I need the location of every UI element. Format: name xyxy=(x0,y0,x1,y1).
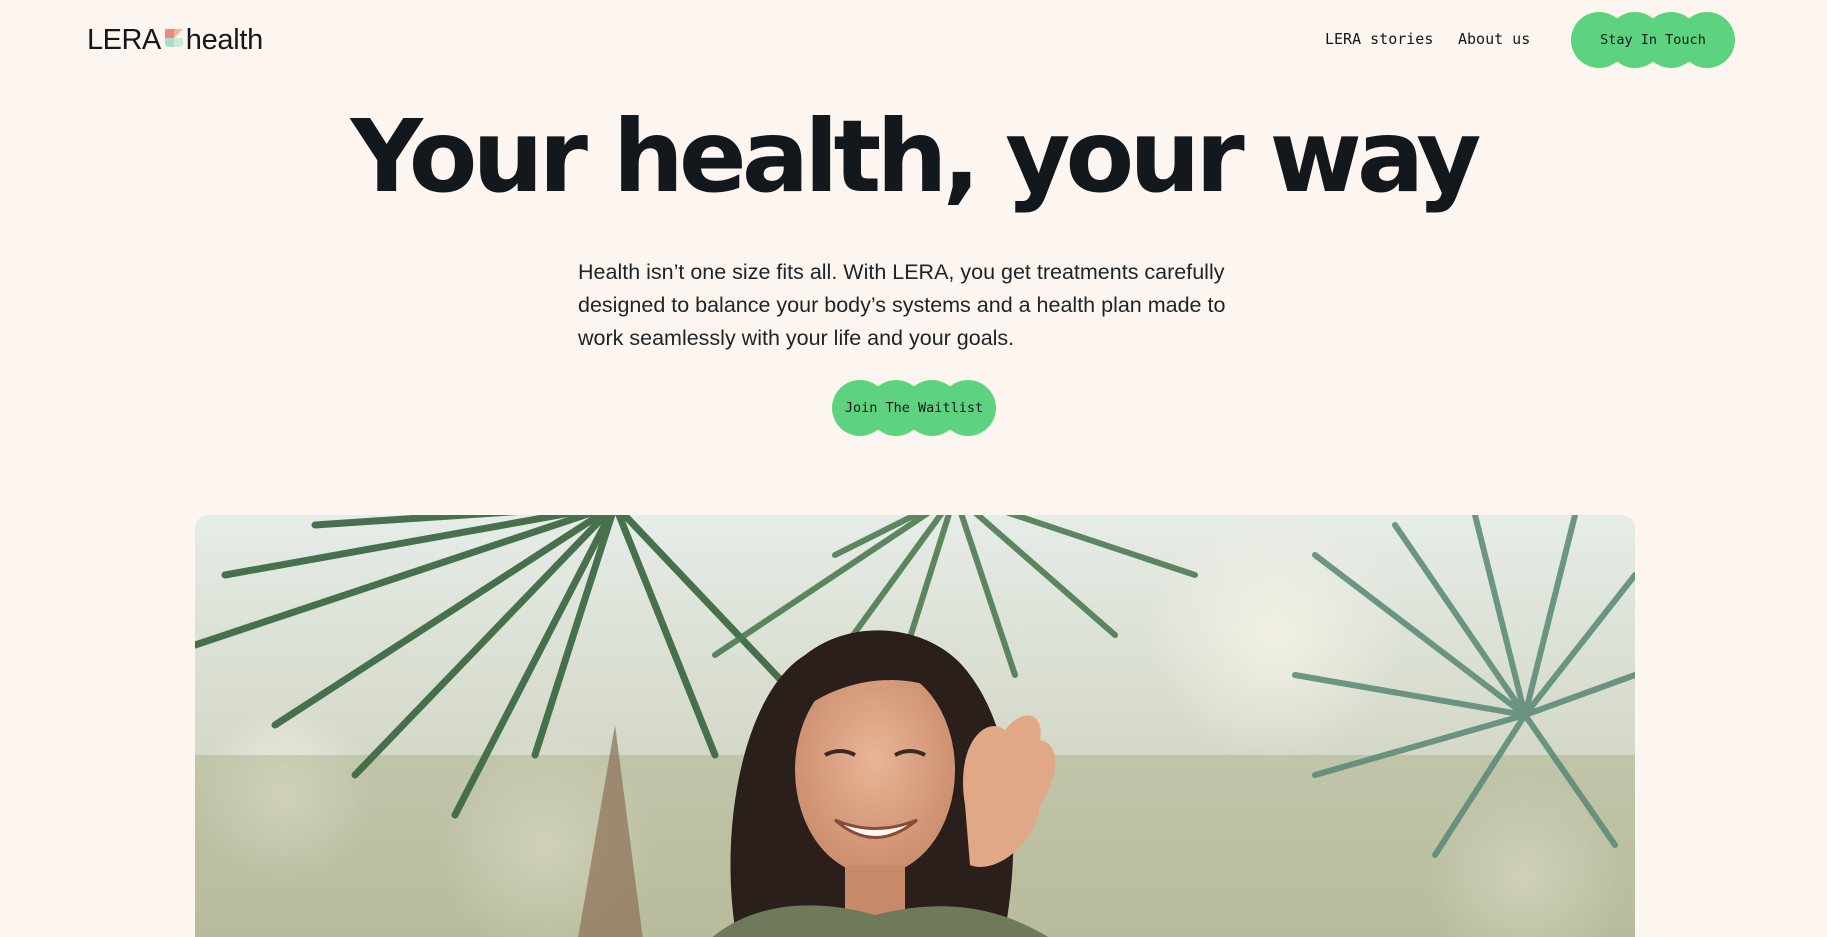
lera-logo-mark-icon xyxy=(163,27,185,54)
hero-title: Your health, your way xyxy=(350,98,1481,215)
hero-photo xyxy=(195,515,1635,937)
logo-lera-text: LERA xyxy=(87,23,161,56)
join-waitlist-button[interactable]: Join The Waitlist xyxy=(832,380,996,436)
logo[interactable]: LERA health xyxy=(87,24,263,56)
stay-in-touch-label: Stay In Touch xyxy=(1600,32,1706,48)
hero-subtitle: Health isn’t one size fits all. With LER… xyxy=(578,260,1226,350)
nav-link-about-us[interactable]: About us xyxy=(1458,30,1530,48)
site-header: LERA health LERA stories About us Stay I… xyxy=(0,0,1827,80)
join-waitlist-label: Join The Waitlist xyxy=(844,400,984,416)
page: LERA health LERA stories About us Stay I… xyxy=(0,0,1827,937)
hero-photo-illustration xyxy=(195,515,1635,937)
nav-link-lera-stories[interactable]: LERA stories xyxy=(1325,30,1433,48)
stay-in-touch-button[interactable]: Stay In Touch xyxy=(1571,12,1735,68)
logo-health-text: health xyxy=(185,23,264,56)
